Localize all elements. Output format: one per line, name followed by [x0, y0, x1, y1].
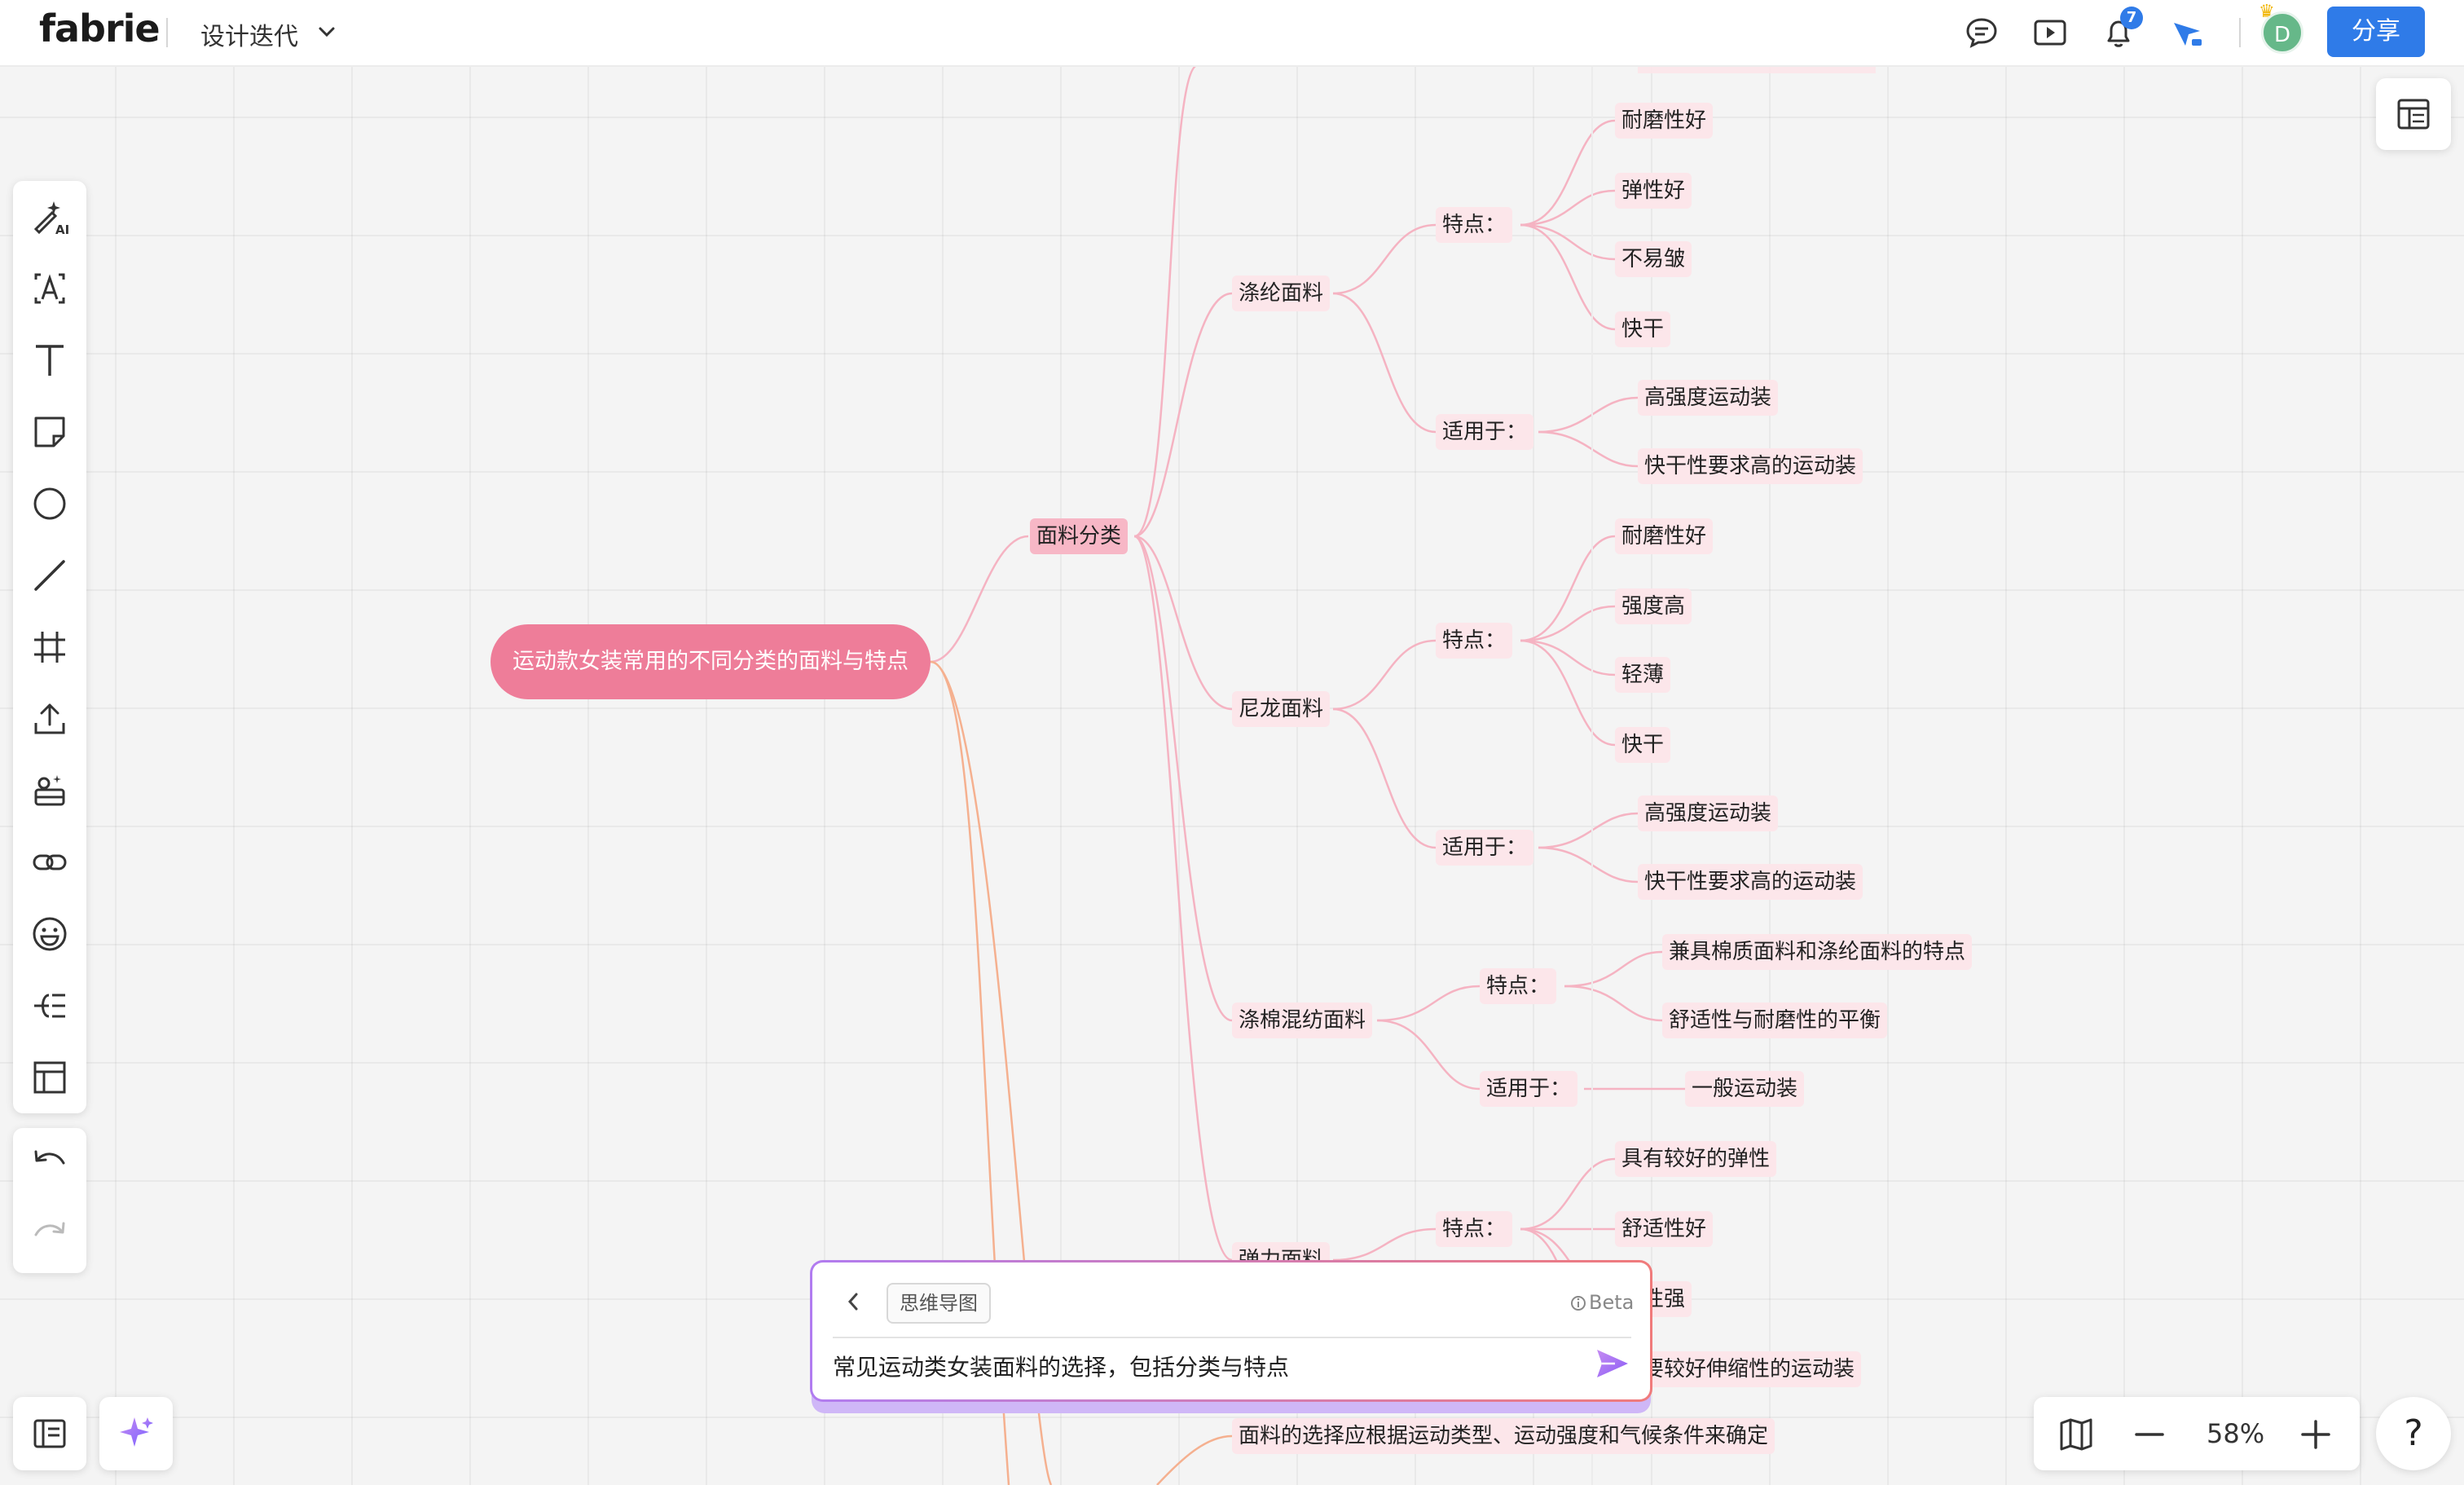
mindmap-leaf-node[interactable]: 快干	[1615, 311, 1671, 347]
zoom-out-icon[interactable]	[2130, 1415, 2169, 1454]
mindmap-usage-label[interactable]: 适用于：	[1480, 1071, 1578, 1107]
mindmap-leaf-node[interactable]: 快干性要求高的运动装	[1638, 448, 1863, 484]
app-logo[interactable]: fabrie	[39, 7, 161, 51]
mindmap-fabric-node[interactable]: 涤纶面料	[1232, 275, 1331, 311]
top-bar: fabrie 设计迭代 7 ♛ D 分享	[0, 0, 2464, 67]
mindmap-features-label[interactable]: 特点：	[1436, 207, 1513, 243]
mindmap-usage-label[interactable]: 适用于：	[1436, 414, 1534, 450]
mindmap-leaf-node[interactable]: 舒适性与耐磨性的平衡	[1662, 1002, 1888, 1038]
zoom-in-icon[interactable]	[2296, 1415, 2335, 1454]
mindmap-leaf-node[interactable]: 耐磨性好	[1615, 518, 1714, 554]
mindmap-root-node[interactable]: 运动款女装常用的不同分类的面料与特点	[491, 624, 931, 699]
mindmap-leaf-node[interactable]: 轻薄	[1615, 657, 1671, 693]
mindmap-conclusion-node[interactable]: 面料的选择应根据运动类型、运动强度和气候条件来确定	[1232, 1418, 1775, 1454]
info-icon	[1571, 1296, 1586, 1311]
mindmap-category-node[interactable]: 面料分类	[1030, 518, 1129, 554]
help-button[interactable]: ?	[2376, 1397, 2451, 1470]
minimap-icon[interactable]	[2057, 1415, 2096, 1454]
beta-label: Beta	[1589, 1291, 1635, 1314]
mindmap-leaf-node[interactable]: 快干	[1615, 727, 1671, 763]
present-icon[interactable]	[2031, 13, 2070, 52]
mindmap-leaf-node[interactable]: 不易皱	[1615, 241, 1692, 277]
mindmap-leaf-node[interactable]: 高强度运动装	[1638, 380, 1779, 416]
divider	[2239, 18, 2241, 47]
ai-prompt-input[interactable]: 常见运动类女装面料的选择，包括分类与特点	[833, 1350, 1289, 1382]
mindmap-fabric-node[interactable]: 涤棉混纺面料	[1232, 1002, 1373, 1038]
mindmap-features-label[interactable]: 特点：	[1436, 1211, 1513, 1247]
mode-tag[interactable]: 思维导图	[887, 1283, 991, 1324]
mindmap-leaf-node[interactable]: 舒适性好	[1615, 1211, 1714, 1247]
comment-icon[interactable]	[1962, 13, 2001, 52]
cursor-icon[interactable]	[2167, 13, 2207, 52]
mindmap-leaf-node[interactable]: 快干性要求高的运动装	[1638, 864, 1863, 900]
mindmap-leaf-node[interactable]: 耐磨性好	[1615, 103, 1714, 139]
mindmap-leaf-node[interactable]: 具有较好的弹性	[1615, 1141, 1777, 1177]
avatar[interactable]: D	[2261, 11, 2303, 54]
mindmap-features-label[interactable]: 特点：	[1436, 623, 1513, 659]
mindmap-features-label[interactable]: 特点：	[1480, 968, 1557, 1004]
divider	[833, 1337, 1631, 1338]
mindmap-leaf-node[interactable]: 弹性好	[1615, 173, 1692, 209]
mindmap-leaf-node[interactable]: 强度高	[1615, 588, 1692, 624]
mindmap-leaf-node[interactable]: 高强度运动装	[1638, 795, 1779, 831]
divider	[166, 18, 168, 47]
document-title[interactable]: 设计迭代	[200, 16, 298, 52]
send-icon[interactable]	[1594, 1345, 1631, 1382]
mindmap-fabric-node[interactable]: 尼龙面料	[1232, 691, 1331, 727]
notification-badge: 7	[2120, 7, 2143, 29]
chevron-down-icon[interactable]	[316, 21, 337, 42]
back-chevron-icon[interactable]	[843, 1289, 864, 1314]
mindmap-usage-label[interactable]: 适用于：	[1436, 830, 1534, 866]
zoom-level[interactable]: 58%	[2207, 1418, 2264, 1449]
mindmap-leaf-node[interactable]: 一般运动装	[1685, 1071, 1805, 1107]
mindmap-leaf-node[interactable]: 兼具棉质面料和涤纶面料的特点	[1662, 934, 1973, 970]
share-button[interactable]: 分享	[2327, 7, 2425, 57]
